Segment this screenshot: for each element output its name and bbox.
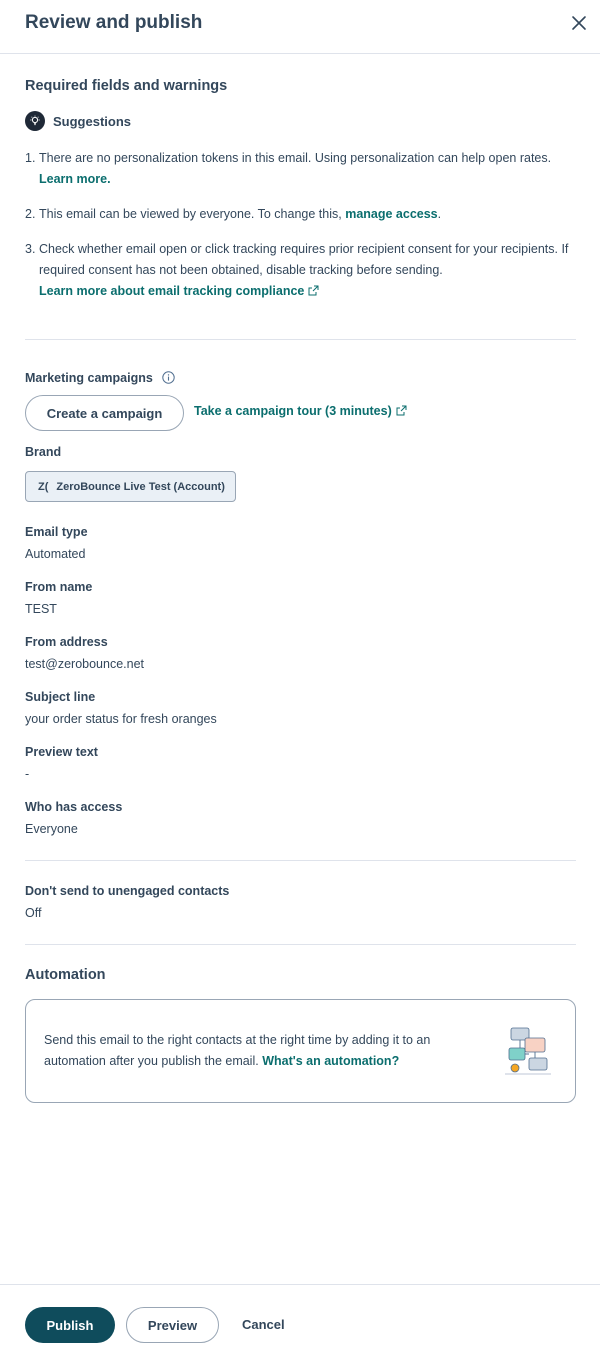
preview-button[interactable]: Preview	[126, 1307, 219, 1343]
preview-text-label: Preview text	[25, 745, 98, 759]
email-type-label: Email type	[25, 525, 88, 539]
email-type-value: Automated	[25, 547, 86, 561]
learn-more-link[interactable]: Learn more.	[39, 172, 111, 186]
publish-button[interactable]: Publish	[25, 1307, 115, 1343]
campaign-tour-link-wrap: Take a campaign tour (3 minutes)	[194, 404, 407, 418]
unengaged-contacts-value: Off	[25, 906, 42, 920]
brand-avatar: Z(	[38, 480, 49, 493]
panel-title: Review and publish	[25, 12, 203, 33]
divider	[25, 339, 576, 340]
from-name-label: From name	[25, 580, 93, 594]
unengaged-contacts-label: Don't send to unengaged contacts	[25, 884, 230, 898]
automation-title: Automation	[25, 967, 106, 983]
marketing-campaigns-label: Marketing campaigns	[25, 371, 176, 385]
from-address-label: From address	[25, 635, 108, 649]
suggestions-label: Suggestions	[53, 113, 132, 129]
panel-footer: Publish Preview Cancel	[0, 1284, 600, 1349]
campaign-tour-link[interactable]: Take a campaign tour (3 minutes)	[194, 404, 392, 418]
automation-description: Send this email to the right contacts at…	[44, 1033, 431, 1068]
close-icon[interactable]	[570, 14, 588, 32]
tracking-compliance-link[interactable]: Learn more about email tracking complian…	[39, 284, 304, 298]
from-name-value: TEST	[25, 602, 57, 616]
preview-text-value: -	[25, 767, 30, 781]
brand-chip[interactable]: Z( ZeroBounce Live Test (Account)	[25, 471, 236, 502]
list-item: 1. There are no personalization tokens i…	[25, 151, 552, 186]
panel-header: Review and publish	[0, 0, 600, 54]
from-address-value: test@zerobounce.net	[25, 657, 145, 671]
divider	[25, 944, 576, 945]
manage-access-link[interactable]: manage access	[345, 207, 437, 221]
who-has-access-value: Everyone	[25, 822, 78, 836]
list-item: 3. Check whether email open or click tra…	[25, 242, 569, 298]
external-link-icon	[308, 285, 319, 296]
subject-line-label: Subject line	[25, 690, 96, 704]
automation-illustration-icon	[505, 1027, 551, 1075]
list-item: 2. This email can be viewed by everyone.…	[25, 207, 442, 221]
automation-card: Send this email to the right contacts at…	[25, 999, 576, 1103]
whats-an-automation-link[interactable]: What's an automation?	[262, 1054, 399, 1068]
create-campaign-button[interactable]: Create a campaign	[25, 395, 184, 431]
suggestions-header: Suggestions	[25, 111, 131, 131]
required-fields-title: Required fields and warnings	[25, 78, 228, 94]
info-icon[interactable]	[162, 371, 176, 384]
lightbulb-icon	[25, 111, 45, 131]
brand-chip-label: ZeroBounce Live Test (Account)	[56, 480, 225, 493]
who-has-access-label: Who has access	[25, 800, 123, 814]
brand-label: Brand	[25, 445, 62, 459]
suggestions-list: 1. There are no personalization tokens i…	[25, 148, 576, 316]
subject-line-value: your order status for fresh oranges	[25, 712, 217, 726]
cancel-button[interactable]: Cancel	[242, 1317, 285, 1332]
divider	[25, 860, 576, 861]
external-link-icon	[396, 405, 407, 416]
